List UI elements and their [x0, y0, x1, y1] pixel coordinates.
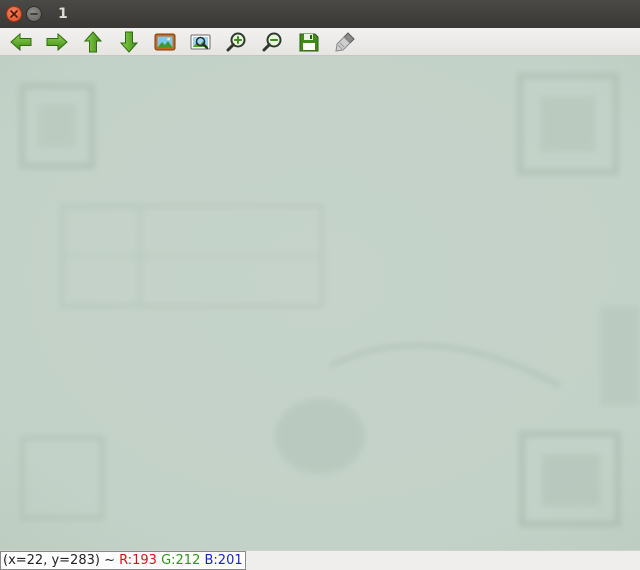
- image-canvas[interactable]: [0, 56, 640, 550]
- pan-right-button[interactable]: [44, 30, 70, 54]
- pan-left-button[interactable]: [8, 30, 34, 54]
- minimize-icon: [30, 13, 38, 15]
- zoom-in-button[interactable]: [224, 30, 250, 54]
- arrow-left-icon: [10, 32, 32, 51]
- pixel-info: (x=22, y=283) ~ R:193 G:212 B:201: [0, 551, 246, 570]
- image-viewer-window: 1 (x=22, y=283) ~ R:193 G:212 B:201: [0, 0, 640, 570]
- title-bar: 1: [0, 0, 640, 28]
- arrow-up-icon: [83, 30, 103, 52]
- window-title: 1: [58, 6, 68, 22]
- pan-up-button[interactable]: [80, 30, 106, 54]
- floppy-disk-icon: [299, 33, 319, 51]
- zoom-in-icon: [226, 32, 246, 51]
- cursor-coordinates: (x=22, y=283) ~: [3, 553, 115, 568]
- arrow-right-icon: [46, 32, 68, 51]
- displayed-image: [0, 56, 640, 550]
- green-value: G:212: [161, 553, 201, 568]
- pan-down-button[interactable]: [116, 30, 142, 54]
- minimize-button[interactable]: [26, 6, 42, 22]
- image-icon: [154, 33, 176, 50]
- status-bar: (x=22, y=283) ~ R:193 G:212 B:201: [0, 550, 640, 570]
- red-value: R:193: [119, 553, 157, 568]
- save-button[interactable]: [296, 30, 322, 54]
- properties-button[interactable]: [332, 30, 358, 54]
- zoom-picture-icon: [190, 34, 211, 49]
- toolbar: [0, 28, 640, 56]
- zoom-out-button[interactable]: [260, 30, 286, 54]
- brush-icon: [335, 31, 355, 52]
- blue-value: B:201: [204, 553, 243, 568]
- zoom-out-icon: [262, 32, 282, 51]
- close-icon: [10, 10, 18, 18]
- zoom-fit-button[interactable]: [188, 30, 214, 54]
- close-button[interactable]: [6, 6, 22, 22]
- arrow-down-icon: [119, 31, 139, 53]
- zoom-original-button[interactable]: [152, 30, 178, 54]
